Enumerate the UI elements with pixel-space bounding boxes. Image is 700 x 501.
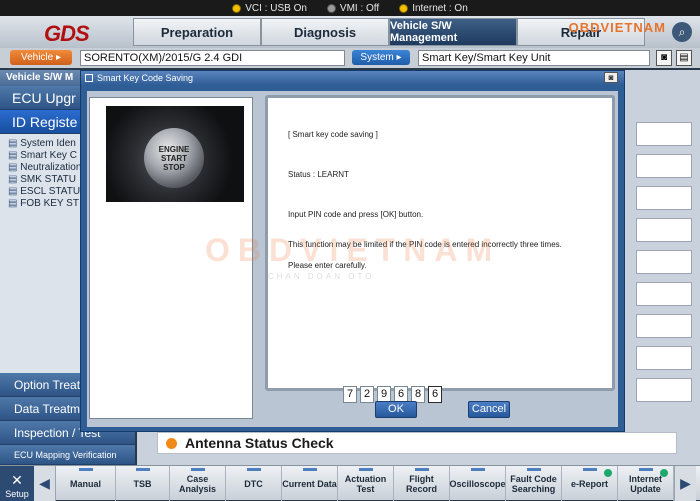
ok-button[interactable]: OK — [375, 401, 417, 418]
instruction-text: Input PIN code and press [OK] button. — [288, 210, 424, 219]
vehicle-bar: Vehicle ▸ SORENTO(XM)/2015/G 2.4 GDI Sys… — [0, 48, 700, 68]
photo-text-stop: STOP — [163, 162, 185, 172]
list-item[interactable] — [636, 282, 692, 306]
camera-icon[interactable]: ◙ — [656, 50, 672, 66]
internet-status-text: Internet : On — [412, 2, 468, 14]
system-field: Smart Key/Smart Key Unit — [418, 50, 650, 66]
wrench-icon: ✕ — [11, 472, 23, 488]
toolbar-internet-update[interactable]: Internet Update — [618, 466, 674, 501]
antenna-label: Antenna Status Check — [185, 435, 334, 451]
toolbar-flight-record[interactable]: Flight Record — [394, 466, 450, 501]
info-badge-icon — [604, 469, 612, 477]
dialog-title: Smart Key Code Saving — [97, 73, 194, 83]
tab-diagnosis[interactable]: Diagnosis — [261, 18, 389, 46]
caution-text: Please enter carefully. — [288, 261, 367, 270]
toolbar-case-analysis[interactable]: Case Analysis — [170, 466, 226, 501]
toolbar-tsb[interactable]: TSB — [116, 466, 170, 501]
window-icon — [85, 74, 93, 82]
list-item[interactable] — [636, 186, 692, 210]
tab-preparation[interactable]: Preparation — [133, 18, 261, 46]
internet-indicator-icon — [399, 3, 409, 13]
toolbar-e-report[interactable]: e-Report — [562, 466, 618, 501]
status-bar: VCI : USB On VMI : Off Internet : On — [0, 0, 700, 16]
vehicle-button-label: Vehicle — [20, 52, 54, 63]
system-button-label: System — [360, 52, 394, 63]
print-icon[interactable]: ▤ — [676, 50, 692, 66]
toolbar-actuation-test[interactable]: Actuation Test — [338, 466, 394, 501]
start-stop-button-image: ENGINE START STOP — [144, 128, 204, 188]
list-item[interactable] — [636, 218, 692, 242]
toolbar-fault-code-searching[interactable]: Fault Code Searching — [506, 466, 562, 501]
vehicle-field: SORENTO(XM)/2015/G 2.4 GDI — [80, 50, 345, 66]
image-pane: ENGINE START STOP — [89, 97, 253, 419]
chevron-right-icon[interactable]: ▶ — [674, 466, 696, 501]
menu-ecu-mapping-verification[interactable]: ECU Mapping Verification — [0, 445, 135, 465]
start-stop-photo: ENGINE START STOP — [106, 106, 244, 202]
internet-status: Internet : On — [393, 3, 474, 14]
app-header: GDS Preparation Diagnosis Vehicle S/W Ma… — [0, 16, 700, 48]
bottom-toolbar: ✕ Setup ◀ Manual TSB Case Analysis DTC C… — [0, 465, 700, 501]
status-text: Status : LEARNT — [288, 170, 349, 179]
list-item[interactable] — [636, 250, 692, 274]
system-button[interactable]: System ▸ — [352, 50, 410, 65]
vmi-indicator-icon — [326, 3, 336, 13]
setup-label: Setup — [5, 489, 29, 499]
smart-key-dialog: Smart Key Code Saving ◙ ENGINE START STO… — [80, 70, 625, 432]
camera-icon[interactable]: ◙ — [604, 72, 618, 83]
list-item[interactable] — [636, 314, 692, 338]
dialog-body: ENGINE START STOP [ Smart key code savin… — [87, 91, 618, 427]
photo-text-start: START — [160, 153, 188, 163]
list-item[interactable] — [636, 154, 692, 178]
tab-vehicle-sw-management[interactable]: Vehicle S/W Management — [389, 18, 517, 46]
bullet-icon — [166, 437, 177, 449]
toolbar-dtc[interactable]: DTC — [226, 466, 282, 501]
dialog-titlebar: Smart Key Code Saving ◙ — [81, 71, 624, 85]
pin-digit-1[interactable]: 7 — [343, 386, 357, 403]
vci-indicator-icon — [232, 3, 242, 13]
vmi-status-text: VMI : Off — [339, 2, 380, 14]
search-icon[interactable]: ⌕ — [672, 22, 692, 42]
brand-name: OBDVIETNAM — [568, 20, 666, 35]
vmi-status: VMI : Off — [321, 3, 385, 14]
list-item[interactable] — [636, 378, 692, 402]
dialog-heading: [ Smart key code saving ] — [288, 130, 378, 139]
e-report-label: e-Report — [570, 478, 608, 489]
list-item[interactable] — [636, 122, 692, 146]
toolbar-current-data[interactable]: Current Data — [282, 466, 338, 501]
toolbar-oscilloscope[interactable]: Oscilloscope — [449, 466, 506, 501]
warning-text: This function may be limited if the PIN … — [288, 240, 562, 249]
brand-logo: OBDVIETNAM — [569, 20, 666, 35]
setup-button[interactable]: ✕ Setup — [0, 466, 34, 501]
cancel-button[interactable]: Cancel — [468, 401, 510, 418]
pin-digit-6[interactable]: 6 — [428, 386, 442, 403]
vehicle-button[interactable]: Vehicle ▸ — [10, 50, 72, 65]
list-item[interactable] — [636, 346, 692, 370]
vci-status: VCI : USB On — [226, 3, 313, 14]
gds-logo: GDS — [44, 21, 90, 46]
pin-digit-2[interactable]: 2 — [360, 386, 374, 403]
content-pane: [ Smart key code saving ] Status : LEARN… — [265, 95, 615, 391]
chevron-left-icon[interactable]: ◀ — [34, 466, 56, 501]
info-badge-icon — [660, 469, 668, 477]
vci-status-text: VCI : USB On — [245, 2, 307, 14]
antenna-status-check[interactable]: Antenna Status Check — [157, 432, 677, 454]
right-slots — [636, 122, 692, 410]
photo-text-engine: ENGINE — [158, 144, 190, 154]
toolbar-manual[interactable]: Manual — [56, 466, 116, 501]
